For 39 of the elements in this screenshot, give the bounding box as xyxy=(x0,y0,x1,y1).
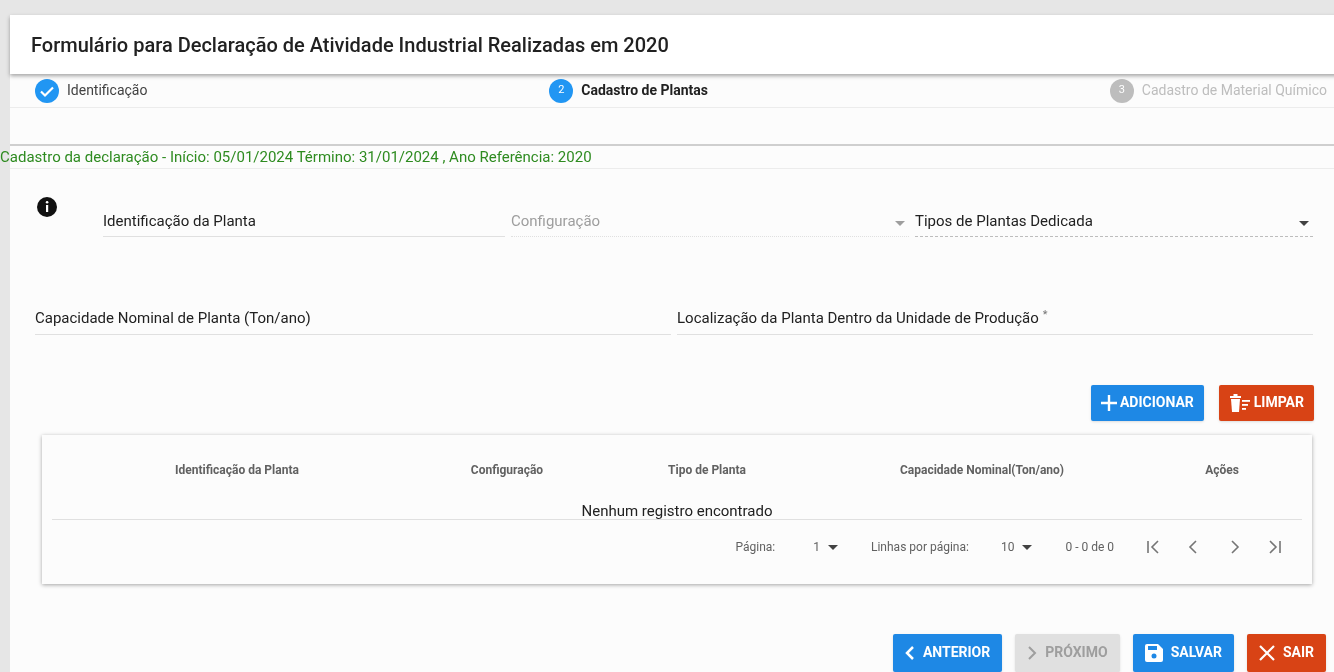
page-range: 0 - 0 de 0 xyxy=(1065,539,1114,557)
column-header: Ações xyxy=(1205,462,1239,479)
previous-button[interactable]: ANTERIOR xyxy=(892,634,1003,672)
first-page-icon[interactable] xyxy=(1146,540,1162,555)
input-field[interactable]: Capacidade Nominal de Planta (Ton/ano) xyxy=(35,307,671,335)
caret-icon xyxy=(1022,545,1033,550)
select-field[interactable]: Tipos de Plantas Dedicada xyxy=(915,210,1313,238)
trash-icon xyxy=(1228,394,1251,412)
page-label: Página: xyxy=(735,539,776,557)
step-label[interactable]: Cadastro de Plantas xyxy=(581,80,708,102)
close-icon xyxy=(1258,645,1275,661)
clear-button[interactable]: LIMPAR xyxy=(1218,385,1314,421)
rows-per-page-label: Linhas por página: xyxy=(871,539,969,557)
caret-icon xyxy=(828,545,838,550)
page-title: Formulário para Declaração de Atividade Industrial Realizadas em 2020 xyxy=(31,31,669,59)
chevron-right-icon xyxy=(1027,646,1038,660)
chevron-left-icon xyxy=(904,646,915,660)
column-header: Configuração xyxy=(470,462,544,479)
info-icon[interactable] xyxy=(37,197,57,218)
last-page-icon[interactable] xyxy=(1266,540,1282,555)
rows-per-page-select[interactable]: 10 xyxy=(1000,538,1033,557)
save-button[interactable]: SALVAR xyxy=(1132,634,1234,672)
column-header: Capacidade Nominal(Ton/ano) xyxy=(899,462,1065,479)
column-header: Tipo de Planta xyxy=(668,462,746,479)
declaration-info: Cadastro da declaração - Início: 05/01/2024 Término: 31/01/2024 , Ano Referência: 2020 xyxy=(0,146,592,168)
input-field[interactable]: Localização da Planta Dentro da Unidade de Produção * xyxy=(677,307,1313,335)
caret-icon xyxy=(895,221,905,227)
step-label[interactable]: Identificação xyxy=(67,80,148,102)
step-number: 3 xyxy=(1109,78,1134,103)
step-number: 2 xyxy=(549,78,574,103)
empty-message: Nenhum registro encontrado xyxy=(581,504,773,519)
plus-icon xyxy=(1100,395,1117,411)
add-button[interactable]: ADICIONAR xyxy=(1090,385,1204,421)
required-mark: * xyxy=(1042,308,1048,322)
input-field[interactable]: Identificação da Planta xyxy=(103,210,505,238)
column-header: Identificação da Planta xyxy=(175,462,299,479)
exit-button[interactable]: SAIR xyxy=(1246,634,1326,672)
caret-icon xyxy=(1299,221,1309,227)
page-select[interactable]: 1 xyxy=(813,538,838,557)
